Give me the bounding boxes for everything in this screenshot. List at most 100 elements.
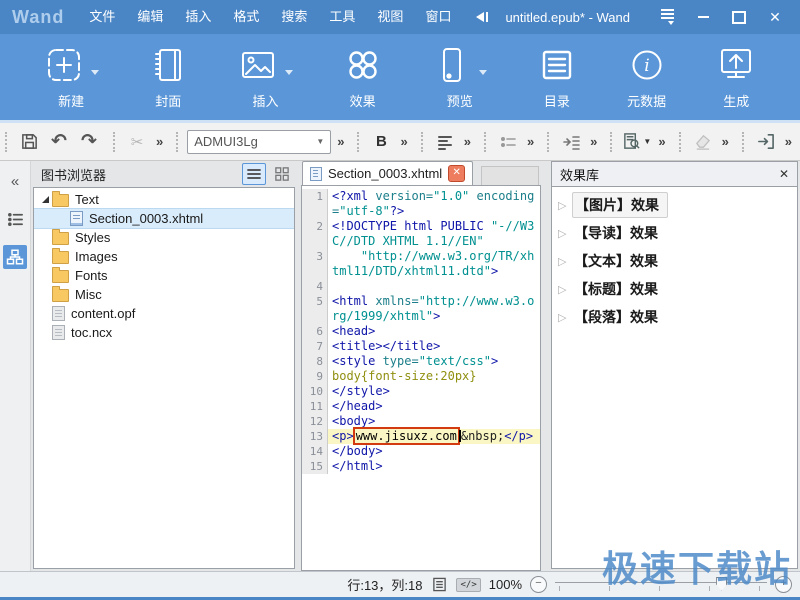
cover-button[interactable]: 封面 (142, 42, 194, 112)
code-token: <body> (332, 414, 375, 428)
tab-section-0003[interactable]: Section_0003.xhtml ✕ (302, 161, 473, 185)
collapsed-arrow-icon[interactable]: ▷ (558, 227, 572, 240)
code-text (328, 279, 540, 294)
new-button[interactable]: 新建 (38, 42, 105, 112)
editor-code-area[interactable]: 1<?xml version="1.0" encoding="utf-8"?>2… (302, 186, 540, 570)
tree-grid-view-toggle[interactable] (271, 164, 293, 184)
eraser-icon (693, 132, 712, 151)
tree-item-toc-ncx[interactable]: toc.ncx (34, 323, 294, 342)
generate-button[interactable]: 生成 (710, 42, 762, 112)
code-text: </body> (328, 444, 540, 459)
file-tree[interactable]: Text Section_0003.xhtml Styles ImagesFontsM… (33, 187, 295, 569)
effects-item[interactable]: ▷【图片】效果 (552, 191, 797, 219)
tree-item-styles[interactable]: Styles (34, 228, 294, 247)
zoom-in-button[interactable]: + (775, 576, 792, 593)
code-line: 14</body> (302, 444, 540, 459)
menu-view[interactable]: 视图 (366, 0, 414, 34)
align-button[interactable] (430, 129, 460, 155)
code-view-button[interactable]: </> (456, 578, 480, 592)
menu-format[interactable]: 格式 (222, 0, 270, 34)
overflow-chevron[interactable]: » (333, 134, 348, 149)
insert-image-icon (238, 45, 278, 85)
panel-splitter[interactable] (541, 161, 551, 571)
menu-search[interactable]: 搜索 (270, 0, 318, 34)
menu-file[interactable]: 文件 (78, 0, 126, 34)
effects-button[interactable]: 效果 (337, 42, 389, 112)
collapsed-arrow-icon[interactable]: ▷ (558, 199, 572, 212)
font-family-value: ADMUI3Lg (194, 134, 316, 149)
collapsed-arrow-icon[interactable]: ▷ (558, 311, 572, 324)
collapsed-arrow-icon[interactable]: ▷ (558, 255, 572, 268)
insert-break-button[interactable] (751, 129, 781, 155)
tree-item-label: Text (75, 192, 99, 207)
overflow-chevron[interactable]: » (654, 134, 669, 149)
metadata-button[interactable]: i 元数据 (621, 42, 673, 112)
tree-item-label: Styles (75, 230, 110, 245)
effects-item[interactable]: ▷【导读】效果 (552, 219, 797, 247)
effects-item[interactable]: ▷【标题】效果 (552, 275, 797, 303)
tree-item-misc[interactable]: Misc (34, 285, 294, 304)
cut-button[interactable]: ✂ (122, 129, 152, 155)
maximize-button[interactable] (724, 5, 754, 29)
effects-panel-close-button[interactable]: ✕ (779, 167, 789, 181)
menu-tools[interactable]: 工具 (318, 0, 366, 34)
effects-item[interactable]: ▷【文本】效果 (552, 247, 797, 275)
tree-item-images[interactable]: Images (34, 247, 294, 266)
collapse-ribbon-icon[interactable] (476, 12, 488, 22)
undo-button[interactable]: ↶ (44, 129, 74, 155)
line-number: 11 (302, 399, 328, 414)
tab-close-button[interactable]: ✕ (448, 165, 465, 182)
effects-button-label: 效果 (350, 91, 376, 110)
main-area: « 图书浏览器 Text Section_0003.xhtml Styles Imag… (0, 161, 800, 571)
save-button[interactable] (14, 129, 44, 155)
close-button[interactable]: ✕ (760, 5, 790, 29)
toc-button[interactable]: 目录 (531, 42, 583, 112)
tree-item-content-opf[interactable]: content.opf (34, 304, 294, 323)
menu-window[interactable]: 窗口 (414, 0, 462, 34)
book-browser-header: 图书浏览器 (33, 161, 295, 187)
book-view-button[interactable] (430, 576, 448, 594)
code-token: ?> (390, 204, 404, 218)
zoom-slider[interactable] (555, 577, 767, 593)
tree-list-view-toggle[interactable] (242, 163, 266, 185)
tree-arrow-spacer (40, 308, 52, 320)
structure-view-button[interactable] (3, 245, 27, 269)
tree-item-section-0003-xhtml[interactable]: Section_0003.xhtml (34, 209, 294, 228)
font-family-select[interactable]: ADMUI3Lg▼ (187, 130, 331, 154)
minimize-button[interactable] (688, 5, 718, 29)
collapse-panel-button[interactable]: « (3, 169, 27, 193)
overflow-chevron[interactable]: » (781, 134, 796, 149)
tree-item-fonts[interactable]: Fonts (34, 266, 294, 285)
line-number: 9 (302, 369, 328, 384)
collapsed-arrow-icon[interactable]: ▷ (558, 283, 572, 296)
eraser-button[interactable] (688, 129, 718, 155)
overflow-chevron[interactable]: » (396, 134, 411, 149)
overflow-chevron[interactable]: » (460, 134, 475, 149)
redo-button[interactable]: ↷ (74, 129, 104, 155)
expanded-arrow-icon[interactable] (40, 194, 52, 206)
bold-button[interactable]: B (366, 129, 396, 155)
effects-item[interactable]: ▷【段落】效果 (552, 303, 797, 331)
effects-item-label: 【段落】效果 (572, 305, 666, 329)
overflow-chevron[interactable]: » (152, 134, 167, 149)
code-token: > (491, 264, 498, 278)
cover-button-label: 封面 (155, 91, 181, 110)
code-token: "utf-8" (339, 204, 390, 218)
line-number: 7 (302, 339, 328, 354)
find-in-document-button[interactable]: ▼ (619, 129, 654, 155)
bullet-list-button[interactable] (493, 129, 523, 155)
insert-button[interactable]: 插入 (232, 42, 299, 112)
code-line: 1<?xml version="1.0" encoding="utf-8"?> (302, 189, 540, 219)
menu-insert[interactable]: 插入 (174, 0, 222, 34)
overflow-chevron[interactable]: » (523, 134, 538, 149)
zoom-out-button[interactable]: − (530, 576, 547, 593)
list-view-button[interactable] (3, 207, 27, 231)
tree-item-text[interactable]: Text (34, 190, 294, 209)
code-token: <p> (332, 429, 354, 443)
toolbar-menu-button[interactable] (652, 5, 682, 29)
menu-edit[interactable]: 编辑 (126, 0, 174, 34)
overflow-chevron[interactable]: » (718, 134, 733, 149)
preview-button[interactable]: 预览 (426, 42, 493, 112)
indent-button[interactable] (556, 129, 586, 155)
overflow-chevron[interactable]: » (586, 134, 601, 149)
